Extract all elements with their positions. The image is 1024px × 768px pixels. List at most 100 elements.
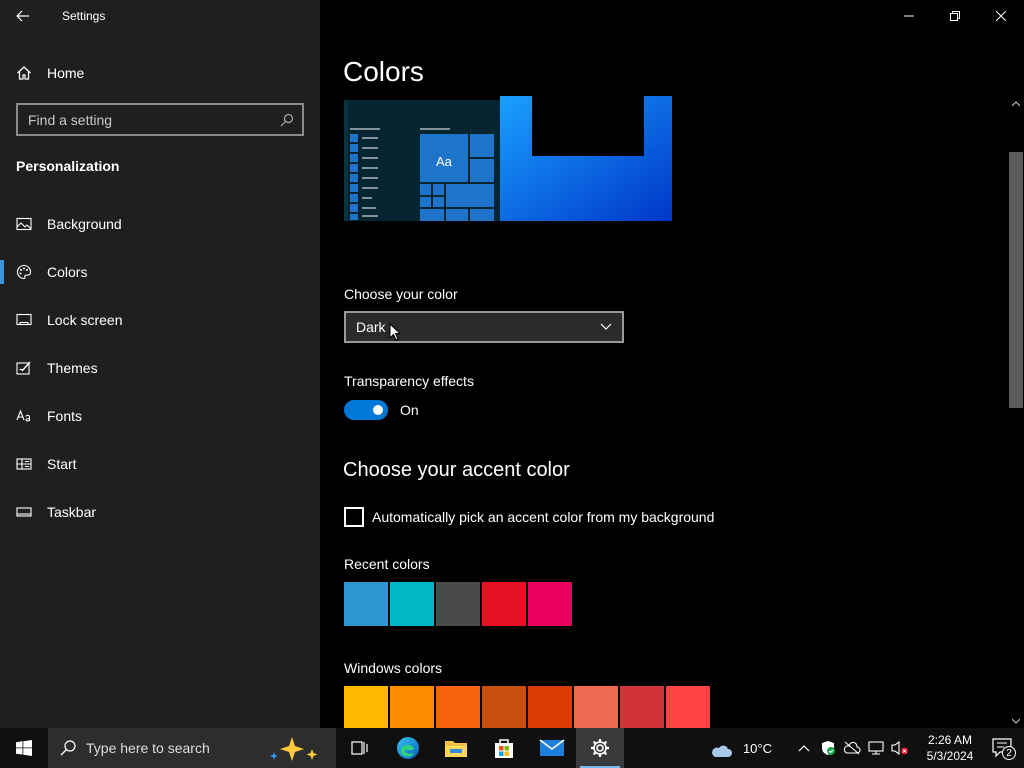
- shield-check-icon: [822, 741, 835, 755]
- windows-color-swatch[interactable]: [344, 686, 388, 728]
- mouse-cursor-icon: [389, 323, 401, 341]
- window-controls: [886, 0, 1024, 32]
- app-title: Settings: [62, 9, 106, 23]
- sidebar: Settings Home Personalization Background…: [0, 0, 320, 728]
- windows-color-swatch[interactable]: [620, 686, 664, 728]
- chevron-up-icon: [798, 745, 810, 752]
- onedrive-tray-button[interactable]: [840, 728, 864, 768]
- sidebar-item-colors[interactable]: Colors: [0, 248, 320, 296]
- security-tray-button[interactable]: [816, 728, 840, 768]
- weather-widget[interactable]: 10°C: [709, 737, 772, 759]
- sidebar-item-lock-screen[interactable]: Lock screen: [0, 296, 320, 344]
- home-icon: [0, 56, 47, 90]
- windows-color-swatch[interactable]: [574, 686, 618, 728]
- accent-color-heading: Choose your accent color: [343, 459, 570, 481]
- chevron-down-icon: [600, 323, 612, 330]
- volume-muted-icon: [891, 740, 908, 756]
- image-icon: [0, 200, 47, 248]
- sidebar-item-fonts[interactable]: Fonts: [0, 392, 320, 440]
- system-tray: 10°C 2:26 AM 5/3/2024 2: [709, 728, 1024, 768]
- recent-color-swatch[interactable]: [482, 582, 526, 626]
- preview-sample-text: Aa: [436, 154, 453, 169]
- scrollbar[interactable]: [1008, 96, 1024, 728]
- sidebar-item-themes[interactable]: Themes: [0, 344, 320, 392]
- theme-preview: Aa: [344, 96, 672, 232]
- clock[interactable]: 2:26 AM 5/3/2024: [918, 732, 982, 764]
- network-tray-button[interactable]: [864, 728, 888, 768]
- edge-button[interactable]: [384, 728, 432, 768]
- palette-icon: [0, 248, 47, 296]
- sidebar-item-label: Start: [47, 456, 77, 472]
- network-icon: [868, 741, 884, 755]
- windows-color-swatch[interactable]: [436, 686, 480, 728]
- close-button[interactable]: [978, 0, 1024, 32]
- transparency-state: On: [400, 402, 419, 418]
- windows-color-swatch[interactable]: [390, 686, 434, 728]
- notification-count: 2: [1002, 746, 1016, 760]
- taskbar-search[interactable]: Type here to search: [48, 728, 336, 768]
- close-icon: [996, 11, 1006, 21]
- lock-screen-icon: [0, 296, 47, 344]
- transparency-toggle-row: On: [344, 400, 419, 420]
- setting-search[interactable]: [16, 103, 304, 136]
- sidebar-item-label: Fonts: [47, 408, 83, 424]
- setting-search-input[interactable]: [28, 111, 280, 128]
- store-button[interactable]: [480, 728, 528, 768]
- choose-color-dropdown[interactable]: Dark: [344, 311, 624, 343]
- recent-color-swatch[interactable]: [344, 582, 388, 626]
- titlebar: Settings: [0, 0, 320, 32]
- auto-accent-checkbox[interactable]: [344, 507, 364, 527]
- sidebar-item-taskbar[interactable]: Taskbar: [0, 488, 320, 536]
- transparency-label: Transparency effects: [344, 373, 474, 389]
- search-icon: [60, 740, 76, 756]
- sidebar-item-start[interactable]: Start: [0, 440, 320, 488]
- sidebar-item-label: Colors: [47, 264, 88, 280]
- chevron-down-icon: [1012, 718, 1020, 724]
- recent-color-swatch[interactable]: [390, 582, 434, 626]
- back-button[interactable]: [0, 0, 46, 32]
- choose-color-label: Choose your color: [344, 286, 458, 302]
- minimize-button[interactable]: [886, 0, 932, 32]
- home-label: Home: [47, 65, 85, 81]
- scroll-thumb[interactable]: [1009, 152, 1023, 408]
- restore-icon: [950, 11, 960, 21]
- start-button[interactable]: [0, 728, 48, 768]
- page-title: Colors: [343, 56, 424, 87]
- file-explorer-button[interactable]: [432, 728, 480, 768]
- clock-date: 5/3/2024: [926, 749, 974, 763]
- auto-accent-row[interactable]: Automatically pick an accent color from …: [344, 507, 714, 527]
- settings-icon: [591, 739, 609, 757]
- recent-colors: [344, 582, 572, 626]
- show-hidden-icons-button[interactable]: [792, 728, 816, 768]
- main-content: Colors Aa Choose your color Dark Transpa…: [320, 0, 1024, 728]
- taskbar-search-placeholder: Type here to search: [86, 740, 210, 756]
- store-icon: [495, 739, 513, 758]
- settings-button[interactable]: [576, 728, 624, 768]
- task-view-button[interactable]: [336, 728, 384, 768]
- action-center-button[interactable]: 2: [982, 728, 1024, 768]
- nav-list: Background Colors Lock screen Themes Fon…: [0, 200, 320, 536]
- sidebar-item-label: Lock screen: [47, 312, 123, 328]
- windows-color-swatch[interactable]: [482, 686, 526, 728]
- scroll-up-button[interactable]: [1008, 96, 1024, 110]
- windows-colors: [344, 686, 710, 728]
- volume-tray-button[interactable]: [888, 728, 912, 768]
- auto-accent-label: Automatically pick an accent color from …: [372, 509, 715, 525]
- sidebar-item-background[interactable]: Background: [0, 200, 320, 248]
- recent-color-swatch[interactable]: [436, 582, 480, 626]
- windows-color-swatch[interactable]: [666, 686, 710, 728]
- recent-color-swatch[interactable]: [528, 582, 572, 626]
- cloud-offline-icon: [843, 741, 861, 755]
- choose-color-value: Dark: [356, 319, 386, 335]
- sparkle-icon: [270, 737, 318, 761]
- mail-button[interactable]: [528, 728, 576, 768]
- weather-cloudy-night-icon: [712, 740, 732, 757]
- transparency-toggle[interactable]: [344, 400, 388, 420]
- font-icon: [0, 392, 47, 440]
- sidebar-item-home[interactable]: Home: [0, 56, 320, 90]
- restore-button[interactable]: [932, 0, 978, 32]
- windows-color-swatch[interactable]: [528, 686, 572, 728]
- scroll-down-button[interactable]: [1008, 714, 1024, 728]
- search-icon[interactable]: [280, 113, 294, 127]
- file-explorer-icon: [445, 741, 467, 757]
